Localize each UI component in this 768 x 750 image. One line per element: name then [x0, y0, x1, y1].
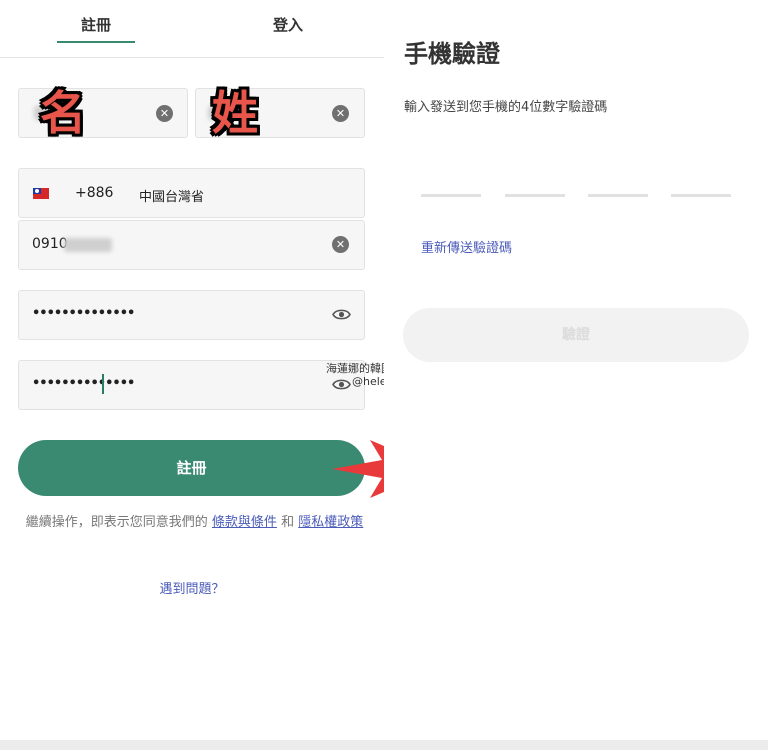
text-caret	[102, 374, 104, 394]
terms-prefix: 繼續操作，即表示您同意我們的	[25, 515, 208, 530]
active-tab-indicator	[57, 41, 135, 43]
last-name-annotation: 姓	[212, 86, 258, 140]
phone-number-blurred	[64, 238, 112, 252]
clear-phone-icon[interactable]: ✕	[332, 236, 349, 253]
clear-first-name-icon[interactable]: ✕	[156, 105, 173, 122]
phone-number-value: 0910	[32, 236, 68, 252]
help-link[interactable]: 遇到問題？	[0, 578, 384, 597]
tab-register[interactable]: 註冊	[56, 14, 136, 36]
code-digit-4[interactable]	[671, 194, 731, 197]
code-digit-1[interactable]	[421, 194, 481, 197]
clear-last-name-icon[interactable]: ✕	[332, 105, 349, 122]
confirm-password-value: ••••••••••••••	[32, 376, 135, 391]
verify-panel: 手機驗證 輸入發送到您手機的4位數字驗證碼 重新傳送驗證碼 驗證	[384, 0, 768, 740]
code-digit-3[interactable]	[588, 194, 648, 197]
country-code: +886	[75, 185, 114, 201]
password-value: ••••••••••••••	[32, 306, 135, 321]
tab-login[interactable]: 登入	[248, 14, 328, 36]
privacy-link[interactable]: 隱私權政策	[298, 515, 363, 530]
register-button[interactable]: 註冊	[18, 440, 365, 496]
verify-title: 手機驗證	[404, 40, 500, 68]
verify-description: 輸入發送到您手機的4位數字驗證碼	[404, 100, 608, 115]
show-password-icon[interactable]	[332, 308, 351, 321]
first-name-annotation: 名	[40, 86, 86, 140]
auth-tabs: 註冊 登入	[0, 0, 384, 58]
country-region: 中國台灣省	[139, 190, 205, 205]
verify-button[interactable]: 驗證	[403, 308, 749, 362]
code-digit-2[interactable]	[505, 194, 565, 197]
terms-and: 和	[281, 515, 295, 530]
resend-code-link[interactable]: 重新傳送驗證碼	[421, 237, 512, 256]
bottom-strip	[0, 740, 768, 750]
terms-notice: 繼續操作，即表示您同意我們的 條款與條件 和 隱私權政策	[22, 514, 367, 532]
terms-link[interactable]: 條款與條件	[212, 515, 277, 530]
taiwan-flag-icon	[33, 188, 49, 199]
